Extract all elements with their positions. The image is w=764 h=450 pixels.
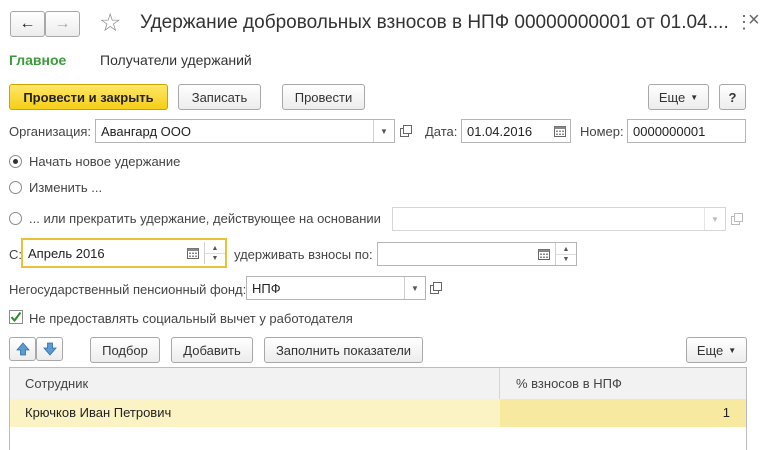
cell-percent-bg (500, 399, 746, 427)
no-deduction-checkbox[interactable] (9, 310, 23, 324)
radio-change[interactable] (9, 181, 22, 194)
fund-label: Негосударственный пенсионный фонд: (9, 282, 247, 297)
date-label: Дата: (425, 124, 458, 139)
date-field[interactable]: 01.04.2016 (461, 119, 571, 143)
org-value: Авангард ООО (101, 123, 191, 139)
chevron-down-icon[interactable]: ▼ (212, 254, 219, 263)
fund-value: НПФ (252, 280, 281, 296)
tab-recipients[interactable]: Получатели удержаний (100, 52, 252, 68)
post-button[interactable]: Провести (282, 84, 365, 110)
until-label: удерживать взносы по: (234, 247, 373, 262)
forward-button[interactable]: → (45, 11, 80, 37)
calendar-icon[interactable] (183, 242, 203, 264)
radio-new-deduction[interactable] (9, 155, 22, 168)
checkmark-icon (9, 310, 23, 324)
column-header-percent[interactable]: % взносов в НПФ (516, 376, 622, 391)
arrow-left-icon: ← (19, 15, 36, 32)
favorite-star-icon[interactable]: ☆ (99, 8, 121, 38)
radio-new-label[interactable]: Начать новое удержание (29, 154, 180, 169)
dropdown-arrow-icon[interactable]: ▼ (404, 277, 425, 299)
until-period-field[interactable]: ▲ ▼ (377, 242, 577, 266)
column-divider (499, 368, 500, 399)
radio-stop-label[interactable]: ... или прекратить удержание, действующе… (29, 211, 381, 226)
chevron-down-icon: ▼ (690, 92, 699, 102)
fund-field[interactable]: НПФ ▼ (246, 276, 426, 300)
number-value: 0000000001 (633, 123, 706, 139)
more-label: Еще (658, 89, 686, 105)
chevron-up-icon[interactable]: ▲ (205, 244, 225, 254)
org-field[interactable]: Авангард ООО ▼ (95, 119, 395, 143)
no-deduction-label[interactable]: Не предоставлять социальный вычет у рабо… (29, 311, 353, 326)
period-spinner[interactable]: ▲ ▼ (204, 242, 225, 264)
open-org-icon[interactable] (397, 120, 415, 142)
table-more-label: Еще (696, 342, 724, 358)
radio-change-label[interactable]: Изменить ... (29, 180, 102, 195)
column-header-employee[interactable]: Сотрудник (25, 376, 88, 391)
chevron-down-icon[interactable]: ▼ (563, 255, 570, 264)
calendar-icon[interactable] (550, 120, 570, 142)
pick-button[interactable]: Подбор (90, 337, 160, 363)
open-fund-icon[interactable] (427, 277, 445, 299)
table-row[interactable]: Крючков Иван Петрович 1 (10, 399, 746, 427)
from-period-value: Апрель 2016 (28, 245, 105, 261)
dropdown-arrow-icon[interactable]: ▼ (373, 120, 394, 142)
open-basis-icon[interactable] (728, 208, 746, 230)
dropdown-arrow-icon[interactable]: ▼ (704, 208, 725, 230)
close-icon[interactable]: × (748, 9, 760, 32)
calendar-icon[interactable] (534, 243, 554, 265)
radio-stop[interactable] (9, 212, 22, 225)
cell-percent[interactable]: 1 (723, 405, 730, 420)
chevron-down-icon: ▼ (728, 345, 737, 355)
arrow-down-icon (42, 342, 57, 356)
table-header: Сотрудник % взносов в НПФ (10, 368, 746, 400)
cell-employee[interactable]: Крючков Иван Петрович (25, 405, 171, 420)
arrow-up-icon (15, 342, 30, 356)
fill-indicators-button[interactable]: Заполнить показатели (264, 337, 423, 363)
move-down-button[interactable] (36, 337, 63, 361)
period-spinner[interactable]: ▲ ▼ (555, 243, 576, 265)
number-label: Номер: (580, 124, 624, 139)
add-button[interactable]: Добавить (171, 337, 253, 363)
arrow-right-icon: → (54, 15, 71, 32)
help-button[interactable]: ? (719, 84, 746, 110)
org-label: Организация: (9, 124, 92, 139)
table-more-button[interactable]: Еще ▼ (686, 337, 747, 363)
back-button[interactable]: ← (10, 11, 45, 37)
move-up-button[interactable] (9, 337, 36, 361)
more-button[interactable]: Еще ▼ (648, 84, 709, 110)
number-field[interactable]: 0000000001 (627, 119, 746, 143)
date-value: 01.04.2016 (467, 123, 533, 139)
window-title: Удержание добровольных взносов в НПФ 000… (140, 12, 729, 33)
deductions-table[interactable]: Сотрудник % взносов в НПФ Крючков Иван П… (9, 367, 747, 450)
tab-main[interactable]: Главное (9, 52, 66, 68)
chevron-up-icon[interactable]: ▲ (556, 245, 576, 255)
basis-field[interactable]: ▼ (392, 207, 726, 231)
post-and-close-button[interactable]: Провести и закрыть (9, 84, 168, 110)
save-button[interactable]: Записать (178, 84, 261, 110)
from-period-field[interactable]: Апрель 2016 ▲ ▼ (21, 238, 227, 268)
